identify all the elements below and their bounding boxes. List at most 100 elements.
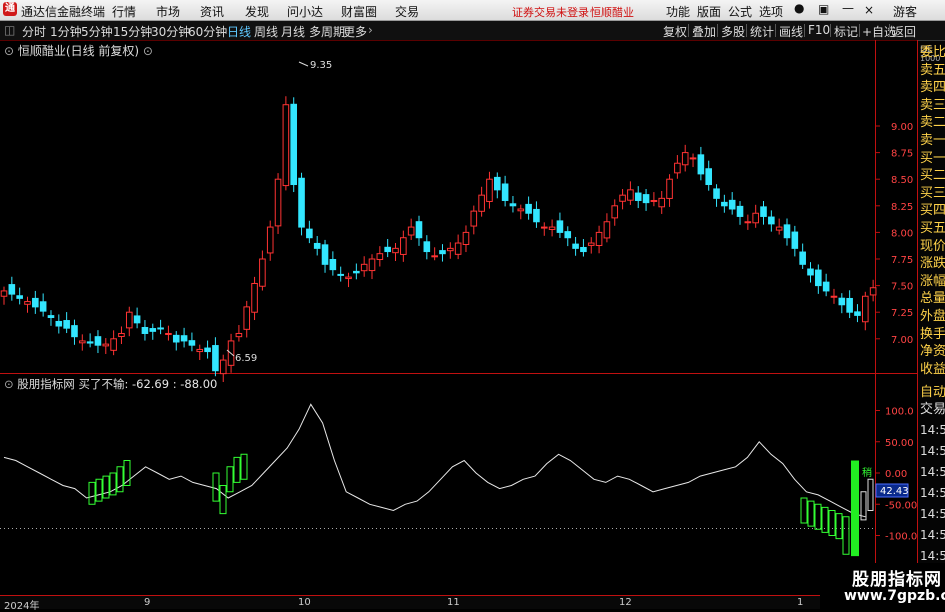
candle-body <box>587 242 595 246</box>
quote-field-label: 买三 <box>920 185 945 201</box>
chevron-down-icon[interactable]: ⊙ <box>4 44 14 58</box>
candle-body <box>219 359 227 375</box>
candle-body <box>353 270 360 274</box>
candle-body <box>345 276 352 280</box>
reference-dot <box>608 528 609 529</box>
candle-body <box>188 340 196 346</box>
indicator-series[interactable] <box>3 403 874 557</box>
price-tick-label: 8.75 <box>891 149 913 160</box>
reference-dot <box>768 528 769 529</box>
indicator-header: ⊙ 股朋指标网 买了不输: -62.69 : -88.00 <box>4 377 218 391</box>
date-label: 9 <box>144 597 151 608</box>
reference-dot <box>664 528 665 529</box>
reference-dot <box>428 528 429 529</box>
signal-bar <box>867 478 874 511</box>
candle-body <box>454 242 462 255</box>
reference-dot <box>872 528 873 529</box>
reference-dot <box>172 528 173 529</box>
reference-dot <box>84 528 85 529</box>
reference-dot <box>564 528 565 529</box>
indicator-name[interactable]: 股朋指标网 <box>17 377 75 391</box>
kline-chart-area[interactable]: 9.00 8.75 8.50 8.25 8.00 7.75 7.50 7.25 7.00 100.… <box>0 0 918 596</box>
reference-dot <box>88 528 89 529</box>
reference-dot <box>812 528 813 529</box>
reference-dot <box>276 528 277 529</box>
date-label: 11 <box>447 597 460 608</box>
indicator-tick-label: 0.00 <box>885 469 907 480</box>
reference-dot <box>0 528 1 529</box>
candle-body <box>86 341 94 344</box>
reference-dot <box>788 528 789 529</box>
reference-dot <box>368 528 369 529</box>
indicator-tick-label: -50.00 <box>885 500 917 511</box>
signal-bar <box>226 466 234 493</box>
candle-body <box>337 273 344 276</box>
quote-field-label: 买一 <box>920 150 945 166</box>
price-tick-label: 7.75 <box>891 255 913 266</box>
reference-dot <box>36 528 37 529</box>
quote-field-label: 买五 <box>920 221 945 236</box>
reference-dot <box>260 528 261 529</box>
reference-dot <box>236 528 237 529</box>
reference-dot <box>576 528 577 529</box>
signal-bar <box>212 472 220 502</box>
candle-body <box>439 250 446 255</box>
reference-dot <box>64 528 65 529</box>
reference-dot <box>336 528 337 529</box>
reference-dot <box>688 528 689 529</box>
candle-body <box>854 311 861 316</box>
price-tick-label: 8.00 <box>891 228 913 239</box>
reference-dot <box>496 528 497 529</box>
signal-bar <box>814 503 822 530</box>
reference-dot <box>560 528 561 529</box>
price-tick-label: 7.25 <box>891 308 913 319</box>
candle-body <box>251 282 258 313</box>
candle-body <box>141 326 149 334</box>
candle-body <box>752 212 759 224</box>
reference-dot <box>728 528 729 529</box>
reference-dot <box>92 528 93 529</box>
candle-body <box>760 206 767 217</box>
reference-dot <box>548 528 549 529</box>
reference-dot <box>116 528 117 529</box>
reference-dot <box>532 528 533 529</box>
signal-bar <box>88 481 96 505</box>
candle-body <box>180 335 188 342</box>
candle-body <box>306 228 313 239</box>
quote-field-label: 卖五 <box>920 62 945 78</box>
reference-dot <box>224 528 225 529</box>
indicator-menu-icon[interactable]: ⊙ <box>4 377 14 391</box>
reference-dot <box>120 528 121 529</box>
candle-body <box>235 332 243 338</box>
settings-dropdown-icon[interactable]: ⊙ <box>143 44 153 58</box>
candle-body <box>39 301 47 312</box>
indicator-tick-label: -100.0 <box>885 532 917 543</box>
candlestick-series[interactable] <box>0 61 877 382</box>
reference-dot <box>348 528 349 529</box>
reference-dot <box>296 528 297 529</box>
reference-dot <box>508 528 509 529</box>
candle-body <box>862 295 869 323</box>
reference-dot <box>488 528 489 529</box>
candle-body <box>8 284 16 295</box>
reference-dot <box>344 528 345 529</box>
reference-dot <box>192 528 193 529</box>
candle-body <box>423 241 431 253</box>
reference-dot <box>100 528 101 529</box>
reference-dot <box>800 528 801 529</box>
reference-dot <box>308 528 309 529</box>
candle-body <box>431 255 438 258</box>
price-tick-label: 7.50 <box>891 282 913 293</box>
reference-dot <box>104 528 105 529</box>
candle-body <box>564 231 572 239</box>
reference-dot <box>756 528 757 529</box>
candle-body <box>642 194 650 204</box>
reference-dot <box>288 528 289 529</box>
reference-dot <box>60 528 61 529</box>
reference-dot <box>320 528 321 529</box>
reference-dot <box>240 528 241 529</box>
reference-dot <box>124 528 125 529</box>
reference-dot <box>16 528 17 529</box>
candle-body <box>321 244 329 265</box>
quote-field-label: 买四 <box>920 203 945 219</box>
